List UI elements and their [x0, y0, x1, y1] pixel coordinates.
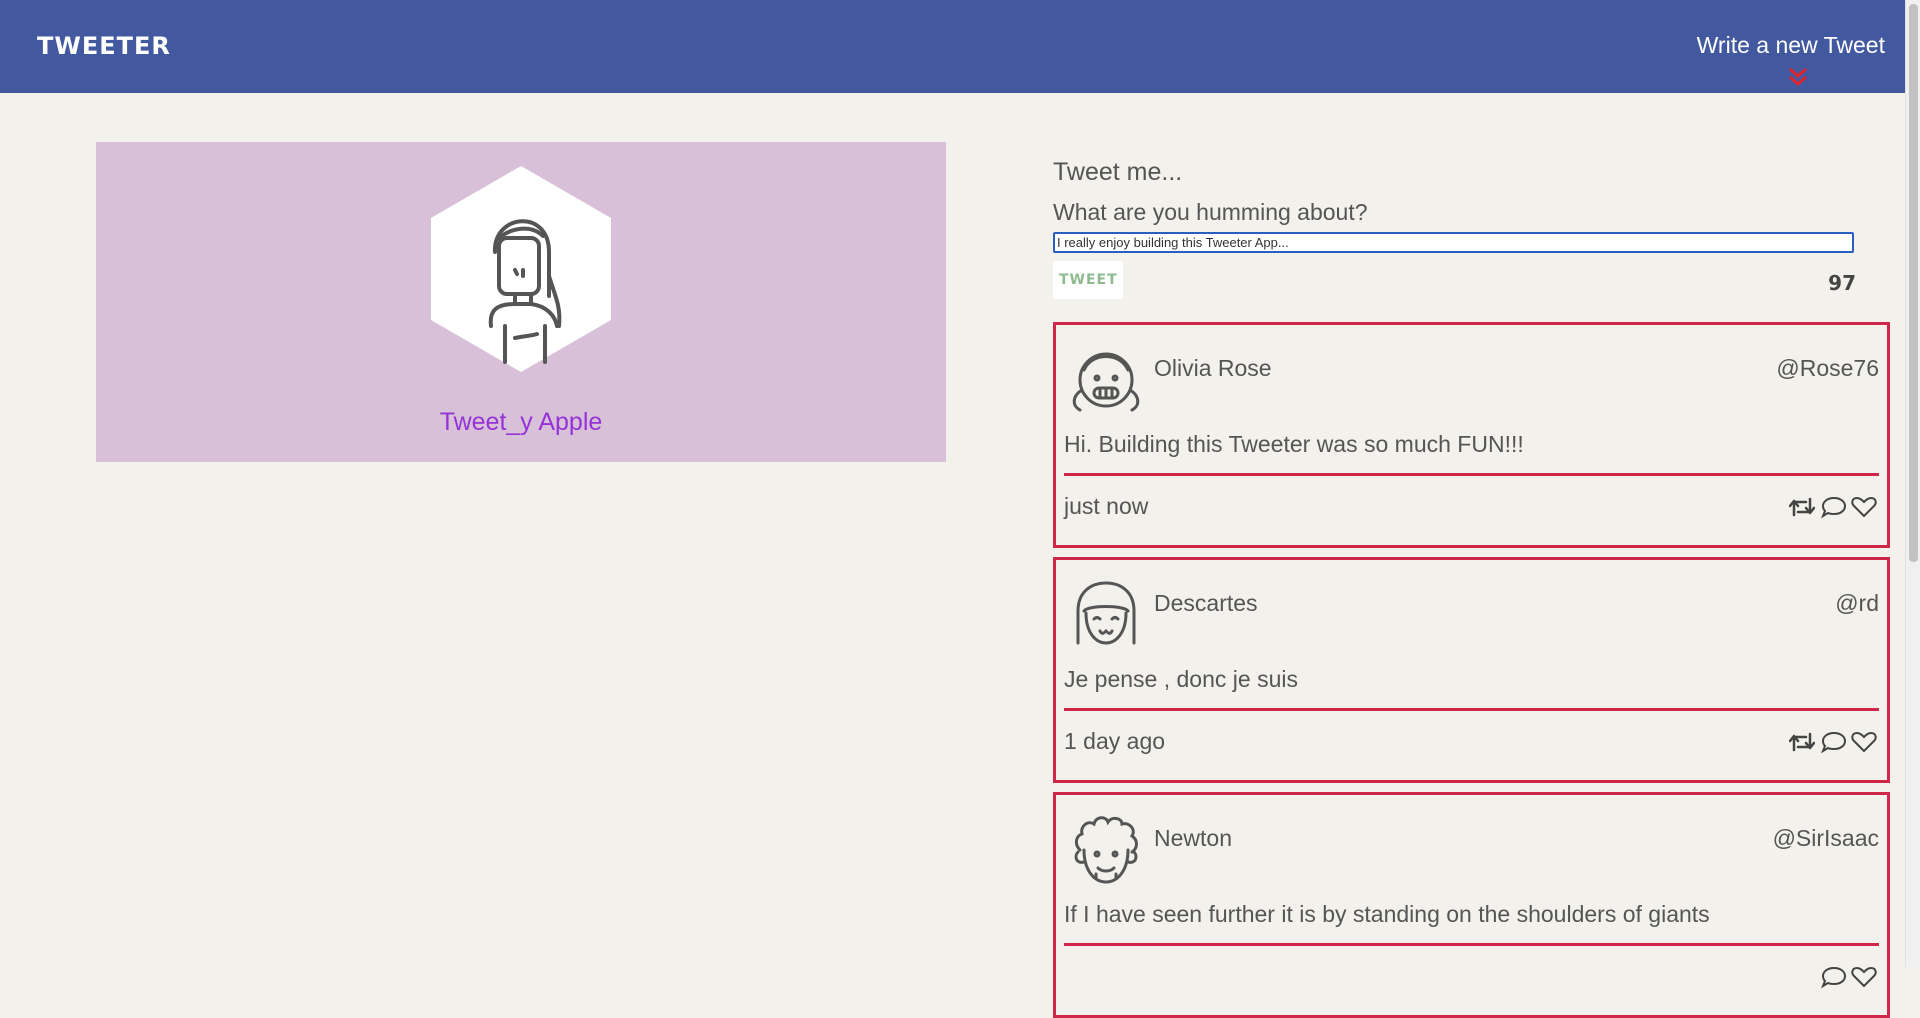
double-chevron-down-icon[interactable] — [1786, 66, 1810, 88]
bob-hair-avatar-icon — [1076, 581, 1136, 645]
scrollbar-thumb[interactable] — [1909, 4, 1918, 562]
tweet-divider — [1064, 943, 1879, 946]
tweet-author-name: Olivia Rose — [1154, 355, 1272, 381]
tweet-divider — [1064, 708, 1879, 711]
top-nav: TWEETER Write a new Tweet — [0, 0, 1906, 93]
tweet-actions — [1789, 495, 1879, 521]
tweet-timestamp: just now — [1064, 493, 1149, 519]
tweet-text: If I have seen further it is by standing… — [1064, 901, 1710, 927]
tweet-input[interactable] — [1053, 232, 1854, 253]
character-counter: 97 — [1828, 271, 1856, 295]
compose-title: Tweet me... — [1053, 158, 1183, 186]
write-new-tweet-button[interactable]: Write a new Tweet — [1697, 32, 1885, 59]
retweet-icon[interactable] — [1789, 495, 1815, 519]
tweet-button[interactable]: TWEET — [1053, 261, 1123, 299]
tweet-timestamp: 1 day ago — [1064, 728, 1166, 754]
tweet-actions — [1789, 965, 1879, 991]
tweet-text: Hi. Building this Tweeter was so much FU… — [1064, 431, 1524, 457]
tweet-card: Descartes @rd Je pense , donc je suis 1 … — [1053, 557, 1890, 783]
heart-icon[interactable] — [1851, 965, 1877, 989]
tweet-card: Newton @SirIsaac If I have seen further … — [1053, 792, 1890, 1018]
tweet-author-name: Newton — [1154, 825, 1232, 851]
tweet-card: Olivia Rose @Rose76 Hi. Building this Tw… — [1053, 322, 1890, 548]
compose-label: What are you humming about? — [1053, 199, 1368, 225]
brand-logo[interactable]: TWEETER — [37, 32, 171, 60]
tweet-divider — [1064, 473, 1879, 476]
woman-avatar-icon — [431, 166, 611, 372]
girl-pigtails-avatar-icon — [1072, 352, 1140, 412]
profile-card: Tweet_y Apple — [96, 142, 946, 462]
compose-actions: TWEET 97 — [1053, 261, 1858, 303]
heart-icon[interactable] — [1851, 495, 1877, 519]
tweet-author-handle: @Rose76 — [1776, 355, 1879, 381]
tweet-author-name: Descartes — [1154, 590, 1258, 616]
scrollbar[interactable] — [1905, 0, 1920, 967]
compose-tweet-section: Tweet me... What are you humming about? … — [1053, 152, 1858, 303]
comment-icon[interactable] — [1821, 730, 1847, 754]
tweet-author-handle: @SirIsaac — [1772, 825, 1879, 851]
profile-name[interactable]: Tweet_y Apple — [96, 408, 946, 437]
profile-avatar — [431, 166, 611, 372]
heart-icon[interactable] — [1851, 730, 1877, 754]
comment-icon[interactable] — [1821, 495, 1847, 519]
tweet-actions — [1789, 730, 1879, 756]
tweet-author-handle: @rd — [1835, 590, 1879, 616]
tweet-text: Je pense , donc je suis — [1064, 666, 1298, 692]
retweet-icon[interactable] — [1789, 730, 1815, 754]
curly-hair-avatar-icon — [1074, 816, 1138, 884]
comment-icon[interactable] — [1821, 965, 1847, 989]
